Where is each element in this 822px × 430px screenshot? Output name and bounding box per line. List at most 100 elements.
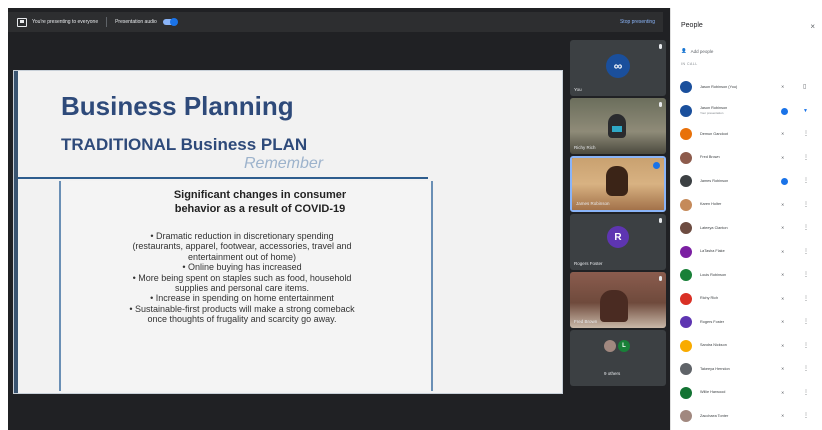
presentation-audio-toggle[interactable] [162,18,178,26]
avatar [604,340,616,352]
meet-window: You're presenting to everyone Presentati… [0,0,822,430]
mic-muted-icon[interactable]: ✕ [781,84,787,90]
list-item[interactable]: Jason Robinson Your presentation ▼ [671,100,822,122]
person-name: James Robinson [700,178,729,183]
list-item[interactable]: Fred Brown ✕ ⋮ [671,147,822,169]
mic-muted-icon[interactable]: ✕ [781,131,787,137]
participant-tile-you[interactable]: ∞ You [570,40,666,96]
person-name-block: Zacchaea Tonter [700,414,758,419]
mic-muted-icon[interactable]: ✕ [781,366,787,372]
list-item[interactable]: Takeeya Herndon ✕ ⋮ [671,358,822,380]
more-options-icon[interactable]: ⋮ [803,225,809,231]
participant-tile-richy[interactable]: Richy Rich [570,98,666,154]
bullet-line: once thoughts of frugality and scarcity … [147,314,337,325]
more-options-icon[interactable]: ⋮ [803,178,809,184]
more-options-icon[interactable]: ⋮ [803,155,809,161]
speaking-indicator-icon [653,162,660,169]
more-options-icon[interactable]: ⋮ [803,131,809,137]
mic-muted-icon[interactable]: ✕ [781,155,787,161]
mic-muted-icon[interactable]: ✕ [781,202,787,208]
avatar [680,316,692,328]
more-options-icon[interactable]: ⋮ [803,413,809,419]
person-name: Lateeya Clanton [700,225,728,230]
list-item[interactable]: Richy Rich ✕ ⋮ [671,288,822,310]
mic-icon[interactable]: ▯ [803,84,806,90]
slide-heading: Significant changes in consumer behavior… [110,188,410,216]
slide-heading-line: Significant changes in consumer [173,189,347,201]
list-item[interactable]: Sandra Nickson ✕ ⋮ [671,335,822,357]
avatar [680,151,692,164]
person-name-block: Takeeya Herndon [700,367,758,372]
participant-tile-fred[interactable]: Fred Brown [570,272,666,328]
person-name-block: James Robinson [700,179,758,184]
avatar [680,410,692,422]
participant-tile-others[interactable]: L 9 others [570,330,666,386]
list-item[interactable]: Jason Robinson (You) ✕ ▯ [671,76,822,98]
person-name: LaTasha Flake [700,249,725,253]
more-options-icon[interactable]: ⋮ [803,249,809,255]
more-options-icon[interactable]: ⋮ [803,319,809,325]
presenting-bar: You're presenting to everyone Presentati… [8,12,663,32]
list-item[interactable]: Demun Gandoot ✕ ⋮ [671,123,822,145]
more-options-icon[interactable]: ⋮ [803,296,809,302]
list-item[interactable]: Lateeya Clanton ✕ ⋮ [671,217,822,239]
list-item[interactable]: Zacchaea Tonter ✕ ⋮ [671,405,822,427]
mic-icon [659,218,662,223]
more-options-icon[interactable]: ⋮ [803,390,809,396]
bullet-line: entertainment out of home) [187,251,297,262]
presentation-audio-label: Presentation audio [115,19,157,25]
participant-tile-rogers[interactable]: R Rogers Foster [570,214,666,270]
person-silhouette [606,166,628,196]
participant-tile-james[interactable]: James Robinson [570,156,666,212]
avatar: L [618,340,630,352]
speaking-icon[interactable] [781,178,788,185]
person-name: Demun Gandoot [700,131,728,136]
list-item[interactable]: Willie Harwood ✕ ⋮ [671,382,822,404]
person-name-block: Rogers Foster [700,320,758,325]
mic-icon [659,44,662,49]
add-people-button[interactable]: 👤 Add people [681,48,713,54]
avatar: R [607,226,629,248]
mic-muted-icon[interactable]: ✕ [781,249,787,255]
stop-presenting-button[interactable]: Stop presenting [620,19,655,25]
more-options-icon[interactable]: ⋮ [803,202,809,208]
list-item[interactable]: Rogers Foster ✕ ⋮ [671,311,822,333]
avatar [680,104,692,117]
bullet-line: • More being spent on staples such as fo… [132,272,352,283]
mic-muted-icon[interactable]: ✕ [781,296,787,302]
pin-icon[interactable] [781,107,788,115]
list-item[interactable]: LaTasha Flake ✕ ⋮ [671,241,822,263]
person-name-block: Sandra Nickson [700,343,758,348]
person-silhouette [600,290,628,322]
list-item[interactable]: Karen Holter ✕ ⋮ [671,194,822,216]
mic-icon [659,276,662,281]
mic-muted-icon[interactable]: ✕ [781,390,787,396]
person-name: Willie Harwood [700,390,726,394]
add-person-icon: 👤 [681,48,687,53]
close-icon[interactable]: × [810,22,815,31]
person-name: Louis Robinson [700,272,727,277]
more-options-icon[interactable]: ⋮ [803,343,809,349]
more-options-icon[interactable]: ⋮ [803,272,809,278]
slide-edge-bar [14,71,18,393]
list-item[interactable]: Louis Robinson ✕ ⋮ [671,264,822,286]
mic-muted-icon[interactable]: ✕ [781,225,787,231]
mic-muted-icon[interactable]: ✕ [781,319,787,325]
person-name-block: Demun Gandoot [700,132,758,137]
bullet-line: • Increase in spending on home entertain… [150,293,334,304]
panel-title: People [681,22,703,29]
divider [106,17,108,27]
person-name: Takeeya Herndon [700,366,730,371]
mic-muted-icon[interactable]: ✕ [781,343,787,349]
person-subtitle: Your presentation [700,110,724,115]
more-options-icon[interactable]: ⋮ [803,366,809,372]
tile-name: 9 others [604,371,621,376]
mic-muted-icon[interactable]: ✕ [781,413,787,419]
mic-muted-icon[interactable]: ✕ [781,272,787,278]
list-item[interactable]: James Robinson ⋮ [671,170,822,192]
pin-tack-icon[interactable]: ▼ [803,108,808,114]
avatar [680,269,692,281]
presenting-text: You're presenting to everyone [32,19,99,25]
tile-name: Rogers Foster [574,261,603,266]
bullet-line: • Online buying has increased [182,262,302,273]
